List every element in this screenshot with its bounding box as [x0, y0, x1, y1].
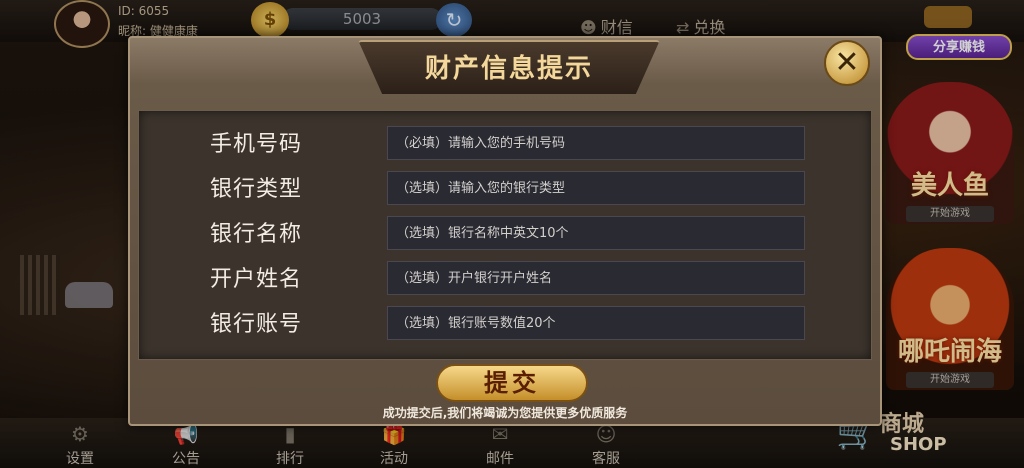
phone-label: 手机号码	[210, 132, 303, 157]
submit-note: 成功提交后,我们将竭诚为您提供更多优质服务	[382, 406, 628, 420]
account-holder-input[interactable]	[387, 261, 805, 295]
dialog-title: 财产信息提示	[424, 54, 593, 84]
bank-type-label: 银行类型	[210, 177, 303, 202]
bank-name-label: 银行名称	[210, 222, 303, 247]
close-icon[interactable]: ✕	[824, 40, 870, 86]
bank-type-input[interactable]	[387, 171, 805, 205]
account-number-label: 银行账号	[210, 312, 303, 337]
account-holder-label: 开户姓名	[210, 267, 303, 292]
submit-button[interactable]: 提交	[436, 364, 588, 402]
account-number-input[interactable]	[387, 306, 805, 340]
bank-name-input[interactable]	[387, 216, 805, 250]
phone-input[interactable]	[387, 126, 805, 160]
